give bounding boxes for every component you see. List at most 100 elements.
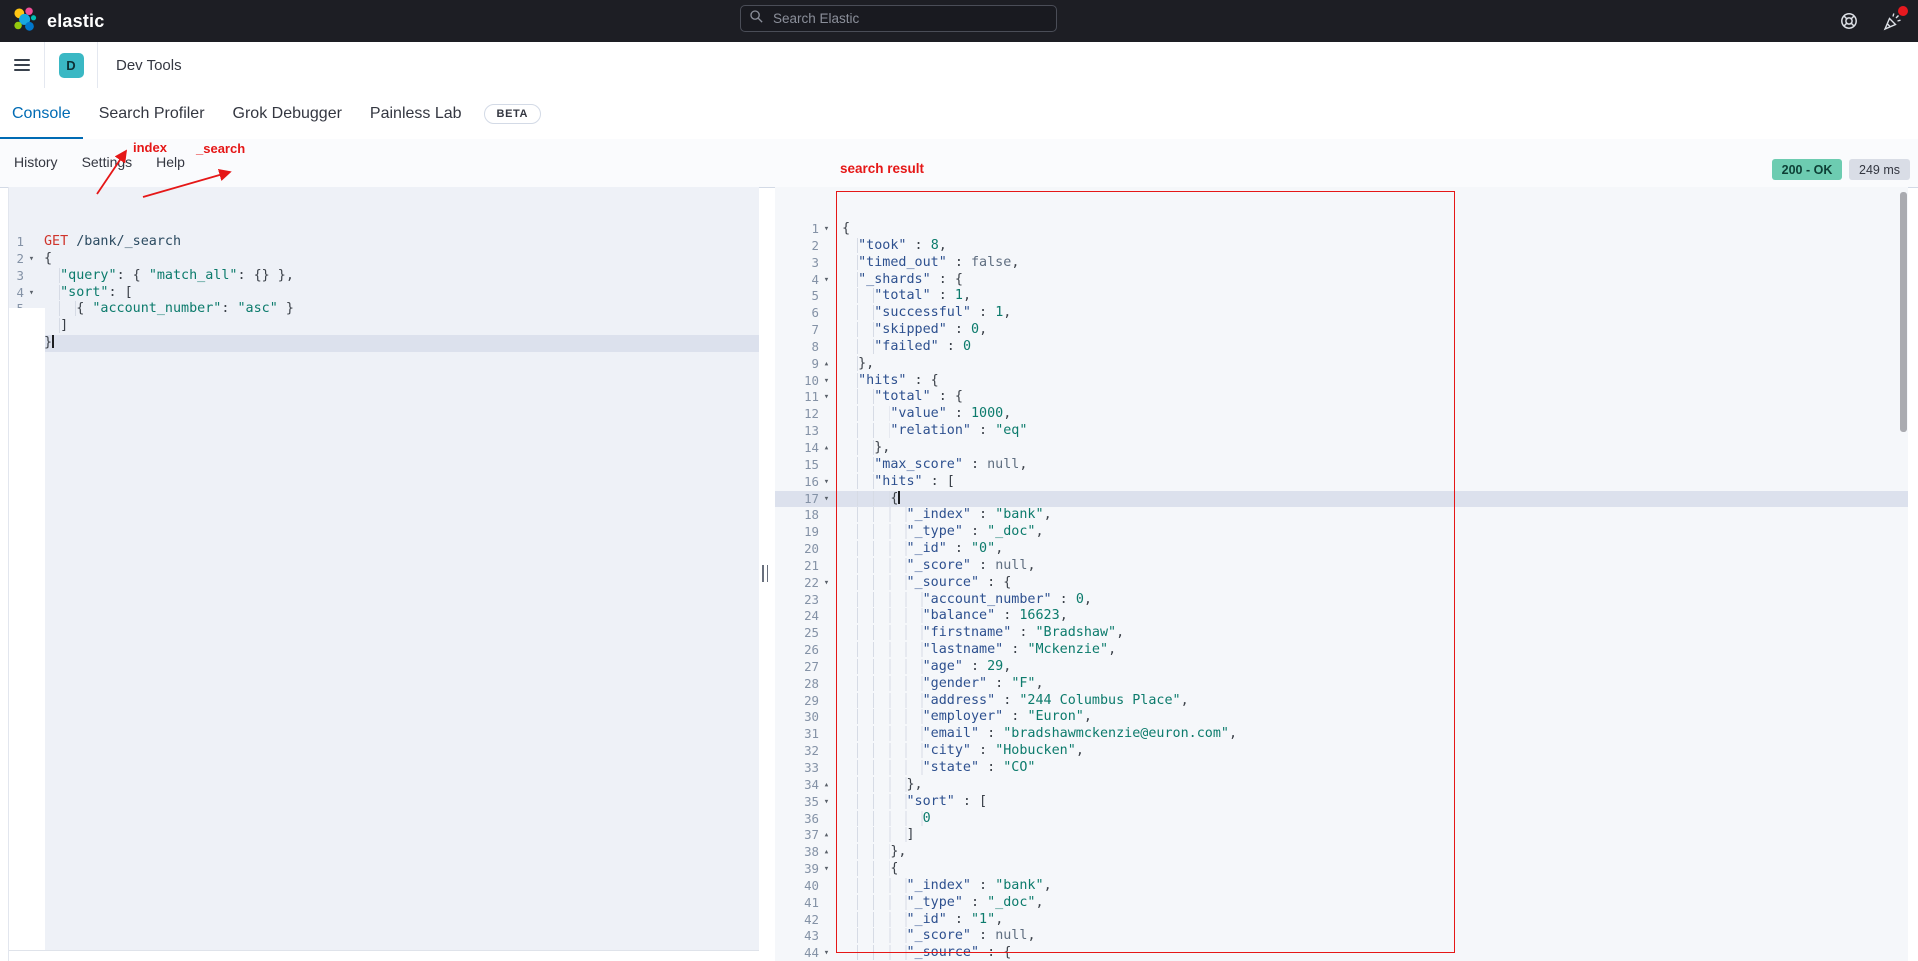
code-line[interactable]: 20 "_id" : "0", [775,541,1908,558]
code-text[interactable]: "_index" : "bank", [834,878,1908,895]
code-text[interactable]: "city" : "Hobucken", [834,743,1908,760]
tab-search-profiler[interactable]: Search Profiler [87,88,217,139]
code-line[interactable]: 22▾ "_source" : { [775,575,1908,592]
code-line[interactable]: 29 "address" : "244 Columbus Place", [775,693,1908,710]
code-line[interactable]: 41 "_type" : "_doc", [775,895,1908,912]
code-line[interactable]: 9▴ }, [775,356,1908,373]
code-text[interactable]: "sort" : [ [834,794,1908,811]
code-text[interactable]: 0 [834,811,1908,828]
code-text[interactable]: "successful" : 1, [834,305,1908,322]
code-text[interactable]: "_source" : { [834,575,1908,592]
fold-toggle-icon[interactable]: ▾ [819,861,834,878]
fold-toggle-icon[interactable]: ▾ [819,794,834,811]
code-text[interactable]: "relation" : "eq" [834,423,1908,440]
tab-painless-lab[interactable]: Painless Lab [358,88,474,139]
code-line[interactable]: 25 "firstname" : "Bradshaw", [775,625,1908,642]
code-text[interactable]: "failed" : 0 [834,339,1908,356]
fold-toggle-icon[interactable]: ▴ [819,844,834,861]
help-icon[interactable] [1838,10,1860,32]
code-line[interactable]: 36 0 [775,811,1908,828]
menu-hamburger-icon[interactable] [0,42,45,88]
code-line[interactable]: 3 "query": { "match_all": {} }, [9,268,759,285]
code-line[interactable]: 44▾ "_source" : { [775,945,1908,961]
code-text[interactable]: }, [834,440,1908,457]
code-text[interactable]: "_id" : "0", [834,541,1908,558]
response-viewer[interactable]: 1▾{2 "took" : 8,3 "timed_out" : false,4▾… [775,187,1908,961]
fold-toggle-icon[interactable]: ▴ [819,356,834,373]
code-text[interactable]: "account_number" : 0, [834,592,1908,609]
code-line[interactable]: 15 "max_score" : null, [775,457,1908,474]
code-line[interactable]: 4▾ "_shards" : { [775,272,1908,289]
code-line[interactable]: 6 "successful" : 1, [775,305,1908,322]
response-scrollbar[interactable] [1900,192,1907,432]
code-line[interactable]: 13 "relation" : "eq" [775,423,1908,440]
code-text[interactable]: "total" : { [834,389,1908,406]
code-line[interactable]: 33 "state" : "CO" [775,760,1908,777]
settings-menu-item[interactable]: Settings [82,154,133,170]
code-text[interactable]: "skipped" : 0, [834,322,1908,339]
code-text[interactable]: "_type" : "_doc", [834,895,1908,912]
code-line[interactable]: 3 "timed_out" : false, [775,255,1908,272]
code-text[interactable]: { [39,251,759,268]
code-text[interactable]: "sort": [ [39,285,759,302]
history-menu-item[interactable]: History [14,154,58,170]
code-line[interactable]: 40 "_index" : "bank", [775,878,1908,895]
code-line[interactable]: 7▴} [9,335,759,352]
code-line[interactable]: 12 "value" : 1000, [775,406,1908,423]
code-text[interactable]: { [834,491,1908,508]
tab-console[interactable]: Console [0,88,83,139]
code-text[interactable]: "_id" : "1", [834,912,1908,929]
code-line[interactable]: 26 "lastname" : "Mckenzie", [775,642,1908,659]
code-text[interactable]: "_type" : "_doc", [834,524,1908,541]
code-text[interactable]: "_score" : null, [834,928,1908,945]
code-text[interactable]: "hits" : { [834,373,1908,390]
code-text[interactable]: "total" : 1, [834,288,1908,305]
code-text[interactable]: ] [39,318,759,335]
fold-toggle-icon[interactable]: ▾ [819,575,834,592]
code-text[interactable]: "firstname" : "Bradshaw", [834,625,1908,642]
code-line[interactable]: 38▴ }, [775,844,1908,861]
space-avatar[interactable]: D [59,53,84,78]
code-line[interactable]: 23 "account_number" : 0, [775,592,1908,609]
code-text[interactable]: { [834,221,1908,238]
panel-resize-handle[interactable] [762,565,772,582]
fold-toggle-icon[interactable]: ▾ [819,474,834,491]
code-line[interactable]: 4▾ "sort": [ [9,285,759,302]
code-line[interactable]: 10▾ "hits" : { [775,373,1908,390]
code-text[interactable]: ] [834,827,1908,844]
code-text[interactable]: }, [834,844,1908,861]
code-line[interactable]: 2 "took" : 8, [775,238,1908,255]
code-text[interactable]: { [834,861,1908,878]
code-text[interactable]: "_index" : "bank", [834,507,1908,524]
code-text[interactable]: "hits" : [ [834,474,1908,491]
code-line[interactable]: 34▴ }, [775,777,1908,794]
code-line[interactable]: 8 "failed" : 0 [775,339,1908,356]
fold-toggle-icon[interactable]: ▾ [819,389,834,406]
code-line[interactable]: 5 "total" : 1, [775,288,1908,305]
fold-toggle-icon[interactable]: ▴ [819,777,834,794]
send-request-button[interactable] [709,190,759,241]
newsfeed-icon[interactable] [1882,10,1904,32]
code-text[interactable]: "address" : "244 Columbus Place", [834,693,1908,710]
elastic-brand[interactable]: elastic [0,6,104,37]
fold-toggle-icon[interactable]: ▾ [819,945,834,961]
code-line[interactable]: 21 "_score" : null, [775,558,1908,575]
code-text[interactable]: }, [834,777,1908,794]
code-text[interactable]: } [39,335,759,352]
code-line[interactable]: 37▴ ] [775,827,1908,844]
code-text[interactable]: "_shards" : { [834,272,1908,289]
code-text[interactable]: "age" : 29, [834,659,1908,676]
code-text[interactable]: "balance" : 16623, [834,608,1908,625]
code-line[interactable]: 14▴ }, [775,440,1908,457]
code-line[interactable]: 24 "balance" : 16623, [775,608,1908,625]
fold-toggle-icon[interactable]: ▾ [819,272,834,289]
code-line[interactable]: 32 "city" : "Hobucken", [775,743,1908,760]
code-line[interactable]: 1GET /bank/_search [9,234,759,251]
code-text[interactable]: "value" : 1000, [834,406,1908,423]
code-line[interactable]: 27 "age" : 29, [775,659,1908,676]
code-text[interactable]: "took" : 8, [834,238,1908,255]
code-line[interactable]: 17▾ { [775,491,1908,508]
code-line[interactable]: 5 { "account_number": "asc" } [9,301,759,318]
help-menu-item[interactable]: Help [156,154,185,170]
code-line[interactable]: 1▾{ [775,221,1908,238]
